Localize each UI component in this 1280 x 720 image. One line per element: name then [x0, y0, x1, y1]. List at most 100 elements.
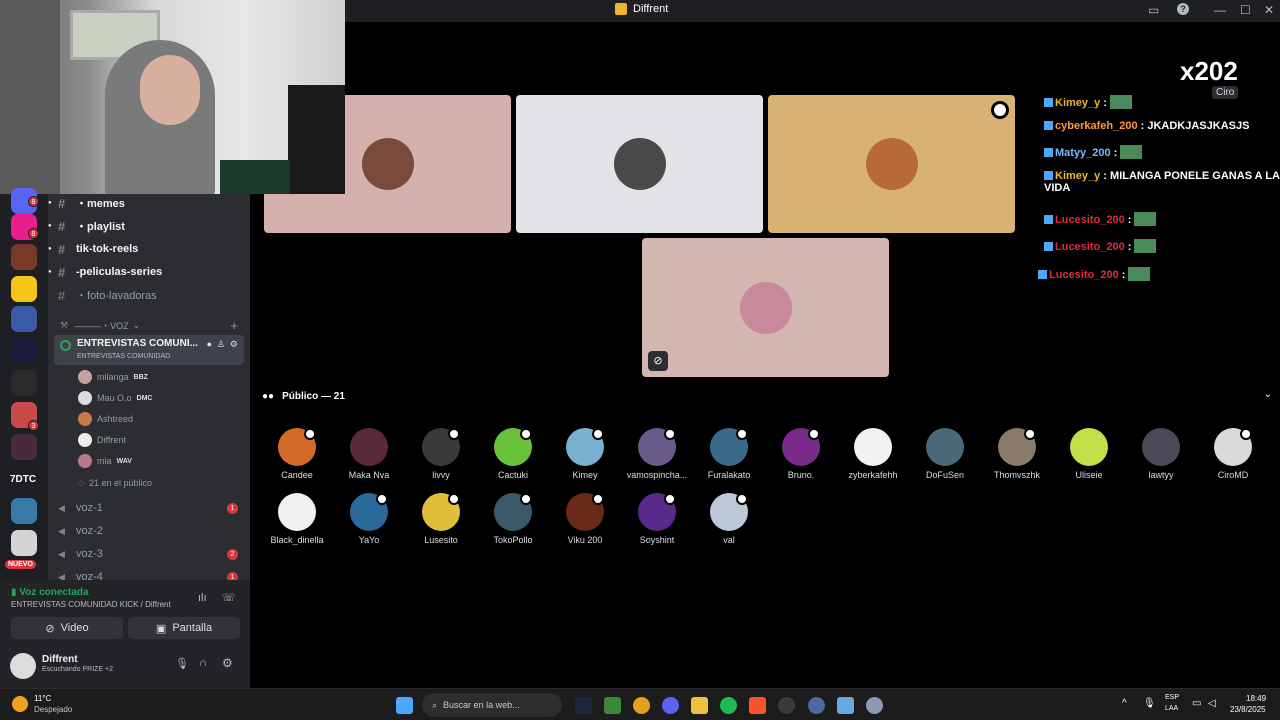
- voice-user[interactable]: Diffrent: [78, 430, 131, 450]
- server-icon[interactable]: [11, 498, 37, 524]
- audience-member[interactable]: YaYo: [333, 493, 405, 545]
- audience-count[interactable]: ◌ 21 en el público: [78, 473, 152, 493]
- xbox-icon[interactable]: [604, 697, 621, 714]
- badge-icon: [1044, 215, 1053, 224]
- help-icon[interactable]: ?: [1177, 3, 1189, 15]
- settings-icon[interactable]: ⚙: [230, 339, 238, 350]
- channel-list: ● # ・memes ● # ・playlist ● # tik-tok-reels ● # -pel…: [48, 193, 250, 583]
- chevron-up-icon[interactable]: ^: [1122, 698, 1127, 709]
- server-icon[interactable]: [11, 244, 37, 270]
- text-channel[interactable]: # ・foto-lavadoras: [58, 285, 244, 305]
- weather-icon[interactable]: [12, 696, 28, 712]
- volume-icon[interactable]: ◁: [1208, 698, 1216, 709]
- screen-share-button[interactable]: ▣ Pantalla: [128, 617, 240, 639]
- text-channel[interactable]: ● # tik-tok-reels: [48, 239, 244, 259]
- voice-user[interactable]: Mau O.o DMC: [78, 388, 152, 408]
- brave-icon[interactable]: [749, 697, 766, 714]
- network-icon[interactable]: ▭: [1192, 698, 1201, 709]
- server-icon[interactable]: [11, 306, 37, 332]
- audience-member[interactable]: Black_dinella: [261, 493, 333, 545]
- server-icon[interactable]: [11, 370, 37, 396]
- video-button[interactable]: ⊘ Video: [11, 617, 123, 639]
- text-channel[interactable]: ● # ・playlist: [48, 216, 244, 236]
- server-list: 8 8 3 7DTC NUEVO: [0, 188, 48, 580]
- clock-date[interactable]: 23/8/2025: [1230, 705, 1266, 714]
- app-icon[interactable]: [808, 697, 825, 714]
- channel-name: tik-tok-reels: [76, 243, 139, 255]
- server-icon[interactable]: [11, 434, 37, 460]
- audience-member[interactable]: Maka Nva: [333, 428, 405, 480]
- voice-user[interactable]: milanga BBZ: [78, 367, 148, 387]
- voice-category[interactable]: ⚒ ―――・VOZ ⌄ +: [58, 315, 244, 335]
- voice-channel[interactable]: ◀ voz-3 2: [58, 544, 244, 564]
- settings-icon[interactable]: [866, 697, 883, 714]
- notepad-icon[interactable]: [837, 697, 854, 714]
- voice-channel[interactable]: ◀ voz-1 1: [58, 498, 244, 518]
- speaker-tile[interactable]: ⊘: [642, 238, 889, 377]
- discord-icon[interactable]: [662, 697, 679, 714]
- voice-user[interactable]: mia WAV: [78, 451, 132, 471]
- close-button[interactable]: ✕: [1264, 3, 1274, 17]
- audience-member[interactable]: Soyshint: [621, 493, 693, 545]
- audience-member[interactable]: CiroMD: [1197, 428, 1269, 480]
- audience-member[interactable]: vamospincha...: [621, 428, 693, 480]
- steam-icon[interactable]: [575, 697, 592, 714]
- server-label[interactable]: 7DTC: [10, 474, 36, 485]
- chrome-icon[interactable]: [633, 697, 650, 714]
- language-layout[interactable]: LAA: [1165, 705, 1178, 712]
- audience-name: Kimey: [572, 470, 598, 480]
- maximize-button[interactable]: ☐: [1240, 3, 1251, 17]
- avatar[interactable]: [10, 653, 36, 679]
- language-code[interactable]: ESP: [1165, 694, 1179, 701]
- mic-tray-icon[interactable]: 🎙︎: [1143, 698, 1156, 709]
- chat-icon[interactable]: ●: [207, 339, 212, 349]
- voice-user[interactable]: Ashtreed: [78, 409, 138, 429]
- disconnect-icon[interactable]: ☏: [222, 591, 236, 604]
- audience-member[interactable]: DoFuSen: [909, 428, 981, 480]
- audience-member[interactable]: Viku 200: [549, 493, 621, 545]
- server-icon[interactable]: [11, 530, 37, 556]
- audience-member[interactable]: val: [693, 493, 765, 545]
- voice-channel[interactable]: ◀ voz-2: [58, 521, 244, 541]
- collapse-audience-icon[interactable]: ⌄: [1264, 389, 1272, 400]
- noise-suppression-icon[interactable]: ılı: [198, 592, 207, 604]
- inbox-icon[interactable]: ▭: [1148, 3, 1159, 17]
- user-settings-icon[interactable]: ⚙: [222, 656, 233, 670]
- viewer-name: Ciro: [1212, 86, 1239, 99]
- text-channel[interactable]: ● # -peliculas-series: [48, 262, 244, 282]
- server-icon[interactable]: [11, 338, 37, 364]
- mic-icon: ⚒: [60, 319, 69, 330]
- audience-member[interactable]: lawtyy: [1125, 428, 1197, 480]
- speaker-tile[interactable]: [516, 95, 763, 233]
- headphones-icon[interactable]: ∩: [199, 657, 207, 669]
- audience-member[interactable]: Uliseie: [1053, 428, 1125, 480]
- audience-member[interactable]: Furalakato: [693, 428, 765, 480]
- clock-time[interactable]: 18:49: [1246, 694, 1266, 703]
- microphone-icon[interactable]: 🎙︎: [175, 657, 189, 670]
- audience-member[interactable]: Kimey: [549, 428, 621, 480]
- audience-member[interactable]: zyberkafehh: [837, 428, 909, 480]
- avatar: [78, 433, 92, 447]
- obs-icon[interactable]: [778, 697, 795, 714]
- audience-member[interactable]: Thomvszhk: [981, 428, 1053, 480]
- spotify-icon[interactable]: [720, 697, 737, 714]
- active-voice-channel[interactable]: ENTREVISTAS COMUNI... ENTREVISTAS COMUNI…: [54, 335, 244, 365]
- add-channel-icon[interactable]: +: [230, 318, 238, 333]
- invite-icon[interactable]: ♙: [217, 339, 225, 350]
- unread-indicator: ●: [48, 223, 52, 229]
- minimize-button[interactable]: —: [1214, 3, 1226, 17]
- windows-start-icon[interactable]: [396, 697, 413, 714]
- text-channel[interactable]: ● # ・memes: [48, 193, 244, 213]
- audience-member[interactable]: Cactuki: [477, 428, 549, 480]
- folder-icon[interactable]: [691, 697, 708, 714]
- search-box[interactable]: ⌕ Buscar en la web...: [422, 693, 562, 717]
- chat-message: Lucesito_200 :: [1038, 267, 1152, 281]
- audience-member[interactable]: Lusesito: [405, 493, 477, 545]
- audience-member[interactable]: livvy: [405, 428, 477, 480]
- audience-member[interactable]: Bruno.: [765, 428, 837, 480]
- audience-member[interactable]: Candee: [261, 428, 333, 480]
- server-icon[interactable]: [11, 276, 37, 302]
- audience-member[interactable]: TokoPollo: [477, 493, 549, 545]
- speaker-tile[interactable]: [768, 95, 1015, 233]
- channel-name: -peliculas-series: [76, 266, 163, 278]
